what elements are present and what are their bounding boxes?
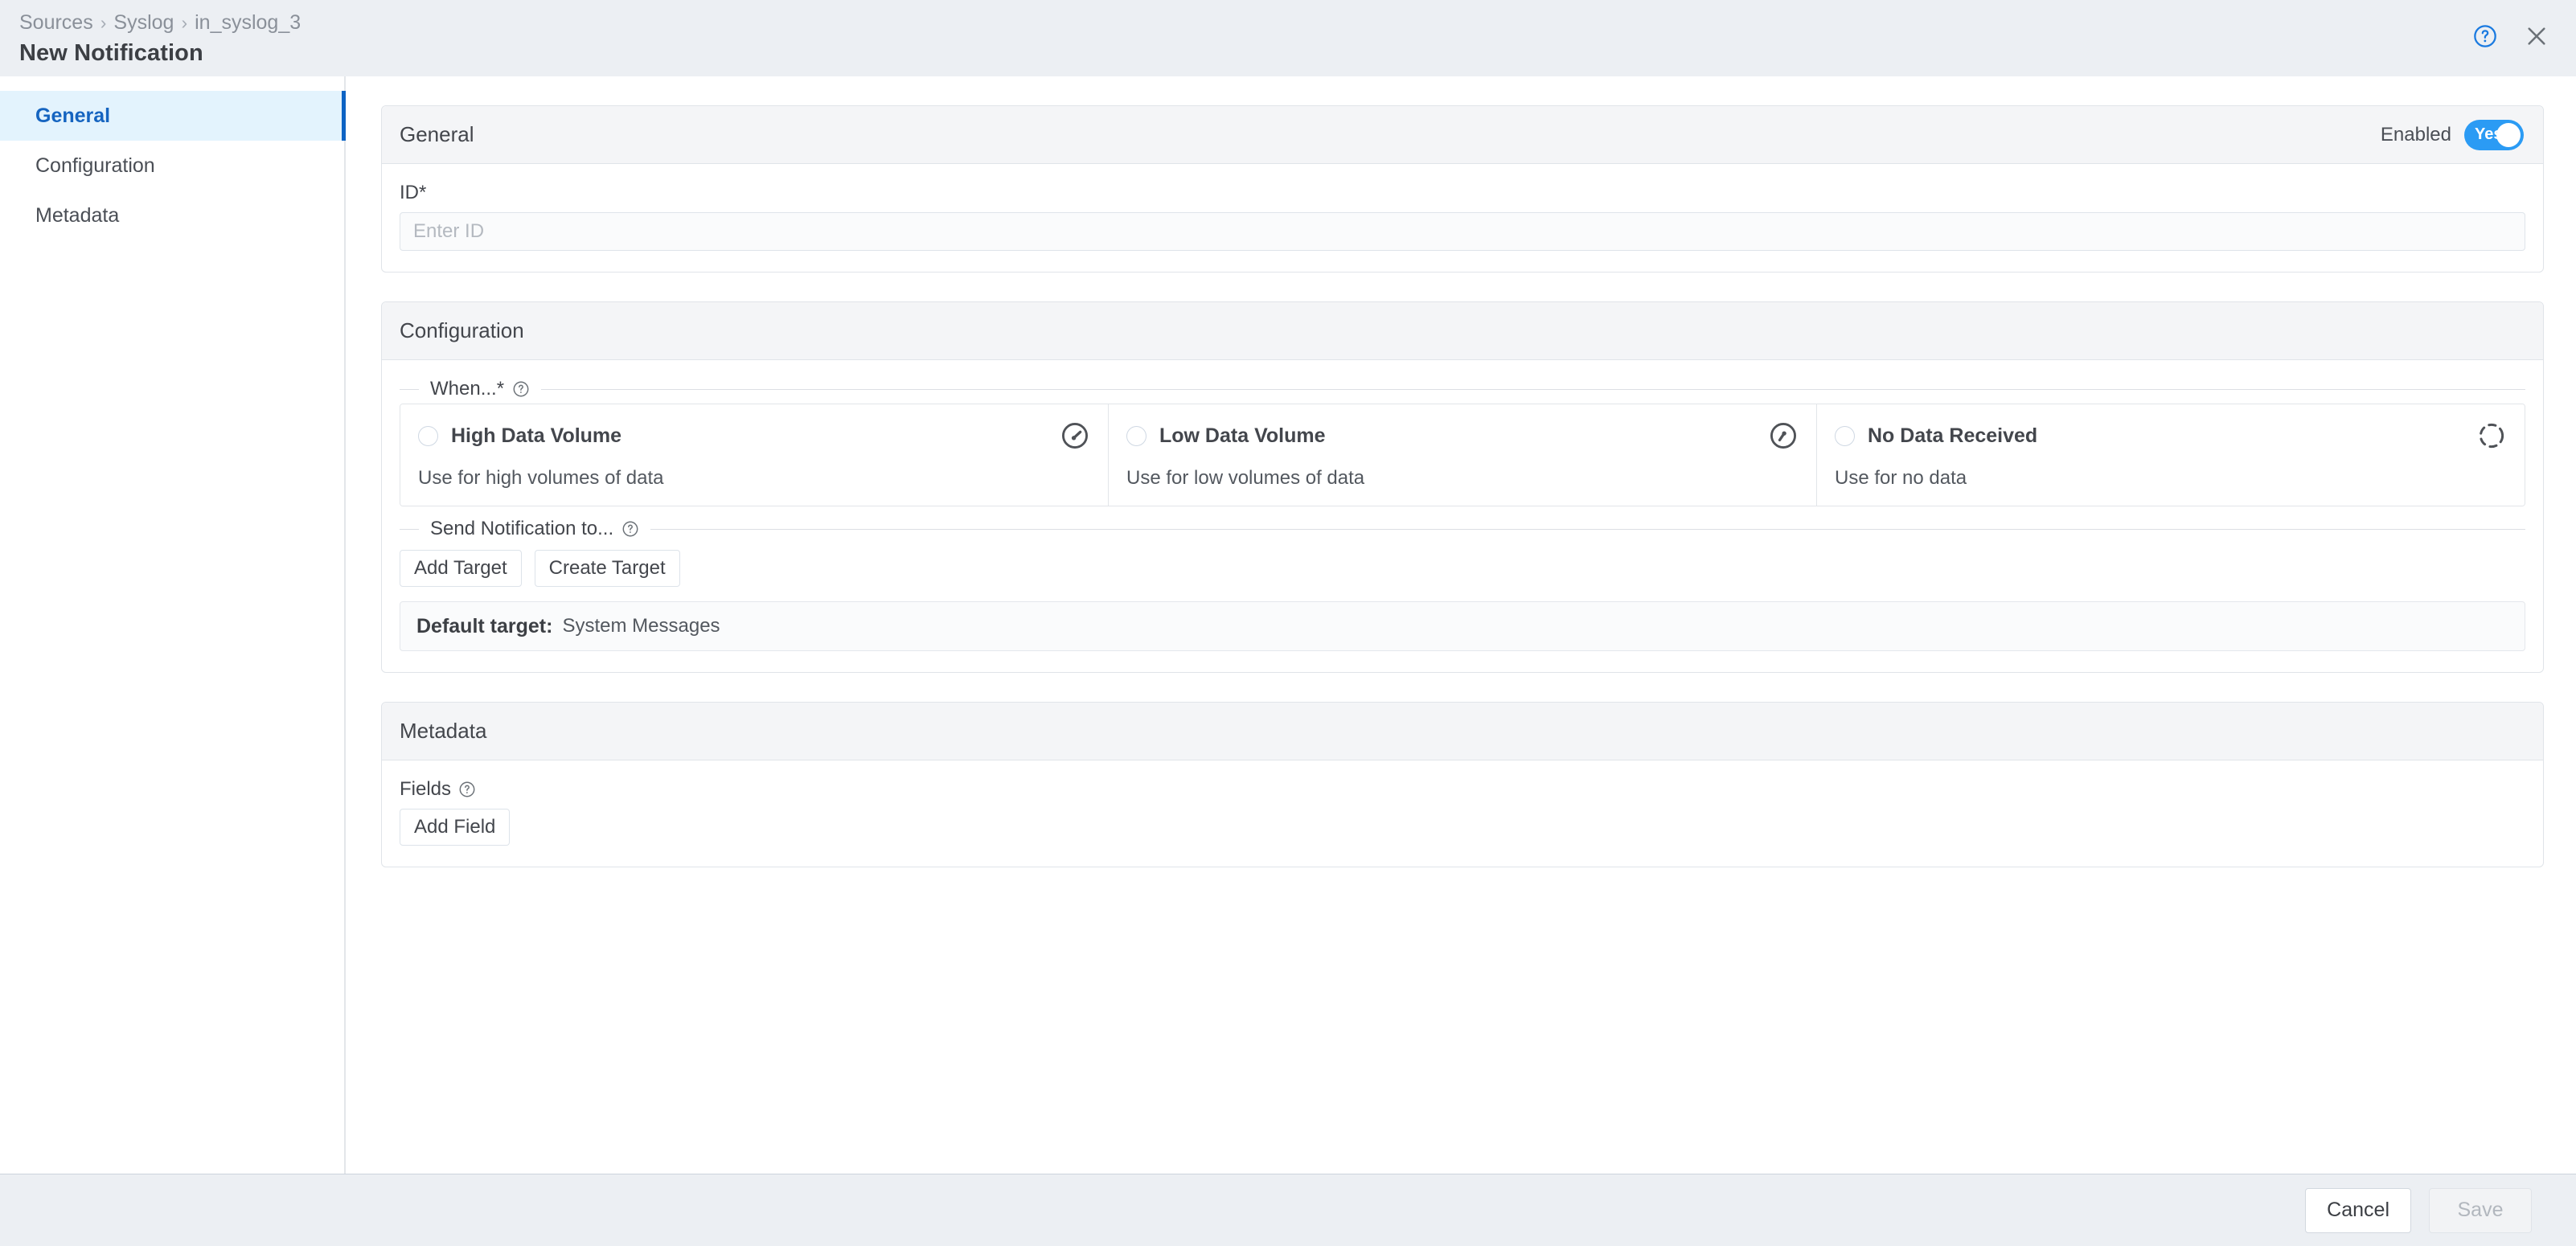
dashed-circle-icon — [2476, 420, 2507, 451]
configuration-card-title: Configuration — [400, 318, 524, 343]
help-circle-icon[interactable] — [512, 380, 530, 398]
option-label-group: High Data Volume — [418, 424, 621, 448]
sidebar-item-configuration[interactable]: Configuration — [0, 141, 344, 191]
option-title: Low Data Volume — [1159, 424, 1326, 448]
option-label-group: No Data Received — [1835, 424, 2037, 448]
enabled-toggle[interactable]: Yes — [2464, 120, 2524, 150]
option-description: Use for low volumes of data — [1126, 467, 1799, 490]
legend-dash — [400, 529, 419, 530]
option-header: No Data Received — [1835, 419, 2507, 453]
general-card-title: General — [400, 122, 474, 147]
configuration-card: Configuration When...* — [381, 301, 2544, 673]
when-options: High Data Volume — [400, 404, 2525, 506]
gauge-high-icon — [1060, 420, 1090, 451]
radio-no-data-received[interactable] — [1835, 426, 1855, 446]
close-icon[interactable] — [2521, 21, 2552, 51]
option-label-group: Low Data Volume — [1126, 424, 1326, 448]
modal-body: General Configuration Metadata General E… — [0, 76, 2576, 1174]
save-button[interactable]: Save — [2429, 1188, 2532, 1233]
enabled-label: Enabled — [2381, 124, 2451, 146]
help-circle-icon[interactable] — [458, 781, 476, 798]
default-target-label: Default target: — [416, 615, 552, 638]
metadata-card-title: Metadata — [400, 719, 486, 744]
header-actions — [2470, 21, 2552, 51]
modal-header: Sources › Syslog › in_syslog_3 New Notif… — [0, 0, 2576, 76]
option-high-data-volume[interactable]: High Data Volume — [400, 404, 1109, 506]
option-description: Use for high volumes of data — [418, 467, 1090, 490]
gauge-low-icon — [1768, 420, 1799, 451]
option-header: Low Data Volume — [1126, 419, 1799, 453]
help-circle-icon[interactable] — [621, 520, 639, 538]
send-notification-fieldset: Send Notification to... — [400, 518, 2525, 651]
breadcrumb-separator-icon: › — [181, 14, 187, 32]
metadata-card-header: Metadata — [382, 703, 2543, 760]
breadcrumb-item-syslog[interactable]: Syslog — [113, 13, 174, 33]
general-card-header: General Enabled Yes — [382, 106, 2543, 164]
breadcrumb-separator-icon: › — [100, 14, 107, 32]
configuration-card-body: When...* — [382, 360, 2543, 672]
sidebar-nav: General Configuration Metadata — [0, 76, 346, 1174]
new-notification-modal: Sources › Syslog › in_syslog_3 New Notif… — [0, 0, 2576, 1246]
option-title: No Data Received — [1868, 424, 2037, 448]
breadcrumb-item-in-syslog-3[interactable]: in_syslog_3 — [195, 13, 301, 33]
when-legend-label: When...* — [430, 378, 504, 400]
add-field-button[interactable]: Add Field — [400, 809, 510, 846]
sidebar-item-general[interactable]: General — [0, 91, 344, 141]
sidebar-item-metadata[interactable]: Metadata — [0, 191, 344, 240]
content-area: General Enabled Yes ID* — [346, 76, 2576, 1174]
sidebar-item-label: Configuration — [35, 154, 155, 178]
page-title: New Notification — [19, 40, 2544, 67]
metadata-card: Metadata Fields Ad — [381, 702, 2544, 867]
modal-footer: Cancel Save — [0, 1174, 2576, 1246]
metadata-card-body: Fields Add Field — [382, 760, 2543, 867]
radio-low-data-volume[interactable] — [1126, 426, 1146, 446]
legend-line — [650, 529, 2525, 530]
option-low-data-volume[interactable]: Low Data Volume — [1109, 404, 1817, 506]
option-description: Use for no data — [1835, 467, 2507, 490]
sidebar-item-label: Metadata — [35, 204, 119, 227]
fields-label: Fields — [400, 778, 451, 801]
help-circle-icon[interactable] — [2470, 21, 2500, 51]
general-card-body: ID* — [382, 164, 2543, 272]
general-card: General Enabled Yes ID* — [381, 105, 2544, 273]
toggle-knob — [2496, 123, 2521, 147]
option-header: High Data Volume — [418, 419, 1090, 453]
create-target-button[interactable]: Create Target — [535, 550, 680, 587]
configuration-card-header: Configuration — [382, 302, 2543, 360]
add-target-button[interactable]: Add Target — [400, 550, 522, 587]
when-fieldset: When...* — [400, 378, 2525, 506]
legend-line — [541, 389, 2525, 390]
send-notification-legend-text: Send Notification to... — [430, 518, 639, 540]
send-notification-legend-label: Send Notification to... — [430, 518, 613, 540]
cancel-button[interactable]: Cancel — [2305, 1188, 2411, 1233]
option-title: High Data Volume — [451, 424, 621, 448]
id-input[interactable] — [400, 212, 2525, 251]
legend-dash — [400, 389, 419, 390]
radio-high-data-volume[interactable] — [418, 426, 438, 446]
target-buttons: Add Target Create Target — [400, 550, 2525, 587]
send-notification-legend: Send Notification to... — [400, 518, 2525, 540]
when-legend: When...* — [400, 378, 2525, 400]
fields-label-group: Fields — [400, 778, 2525, 801]
option-no-data-received[interactable]: No Data Received Use for no data — [1817, 404, 2525, 506]
breadcrumb: Sources › Syslog › in_syslog_3 — [19, 11, 2544, 34]
breadcrumb-item-sources[interactable]: Sources — [19, 13, 93, 33]
enabled-toggle-group: Enabled Yes — [2381, 120, 2524, 150]
sidebar-item-label: General — [35, 105, 110, 128]
id-label: ID* — [400, 182, 2525, 204]
default-target-value: System Messages — [562, 615, 720, 637]
when-legend-text: When...* — [430, 378, 530, 400]
fields-buttons: Add Field — [400, 809, 2525, 846]
default-target-row: Default target: System Messages — [400, 601, 2525, 651]
